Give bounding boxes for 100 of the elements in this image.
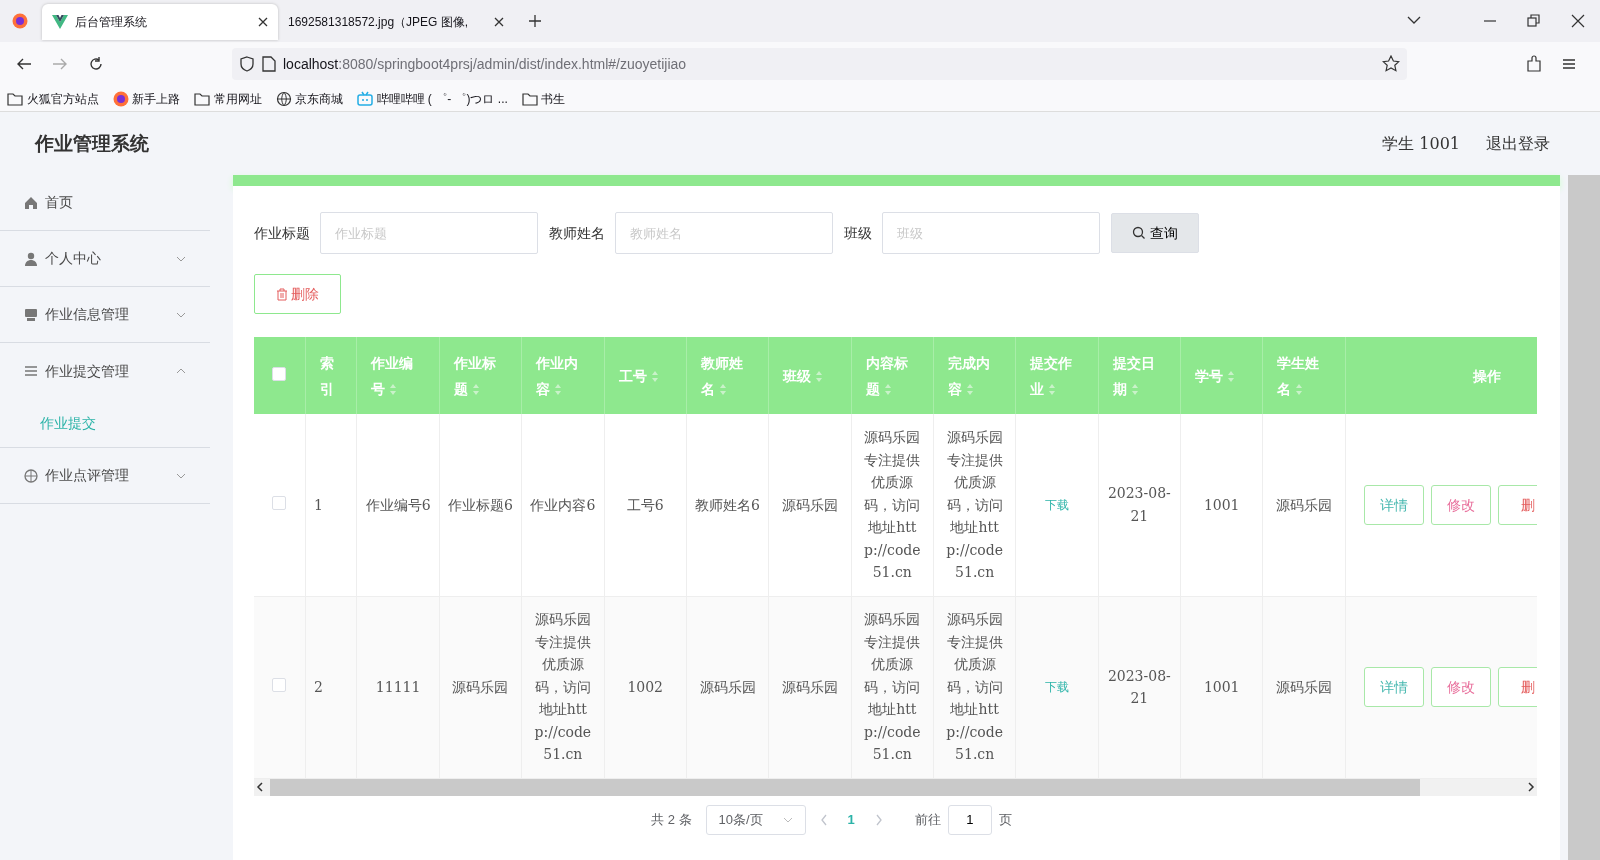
table-cell: 作业编号6	[365, 496, 431, 513]
table-cell: 源码乐园	[1276, 678, 1333, 695]
table-cell: 源码乐园专注提供优质源码，访问地址http://code51.cn	[863, 611, 921, 763]
bookmark-link[interactable]: 京东商城	[275, 89, 343, 108]
search-icon	[1132, 226, 1147, 240]
scroll-right-icon[interactable]	[1525, 781, 1537, 793]
person-icon	[24, 251, 38, 266]
sort-icon	[1130, 383, 1139, 396]
total-count: 共 2 条	[651, 810, 692, 829]
v-logo-icon	[52, 15, 68, 29]
folder-icon	[7, 90, 23, 107]
menu-icon[interactable]	[1561, 56, 1577, 72]
star-icon[interactable]	[1382, 55, 1400, 73]
download-link[interactable]: 下载	[1045, 498, 1069, 512]
page-size-select[interactable]: 10条/页	[705, 804, 806, 835]
page-unit-label: 页	[998, 810, 1012, 829]
edit-button[interactable]: 修改	[1430, 667, 1491, 707]
close-icon[interactable]	[1570, 13, 1586, 29]
row-checkbox[interactable]	[272, 495, 287, 510]
goto-label: 前往	[914, 810, 941, 829]
dial-icon	[24, 468, 38, 483]
sidebar-subitem[interactable]: 作业提交	[0, 399, 210, 447]
table-cell: 2023-08-21	[1107, 485, 1171, 524]
sort-icon	[815, 370, 824, 383]
sort-icon	[1048, 383, 1057, 396]
delete-button[interactable]: 删除	[254, 274, 341, 314]
field-label: 教师姓名	[549, 223, 605, 243]
table-cell: 11111	[375, 678, 421, 695]
details-button[interactable]: 详情	[1363, 484, 1424, 525]
extensions-icon[interactable]	[1525, 55, 1543, 73]
browser-tab[interactable]: 1692581318572.jpg（JPEG 图像,	[278, 4, 514, 40]
page-icon	[262, 56, 276, 72]
back-icon[interactable]	[16, 56, 32, 72]
delete-button[interactable]: 删	[1497, 484, 1537, 525]
details-button[interactable]: 详情	[1363, 667, 1424, 707]
page-number[interactable]: 1	[841, 808, 861, 831]
sort-icon	[1295, 383, 1304, 396]
sort-icon	[883, 383, 892, 396]
table-cell: 工号6	[626, 496, 664, 513]
sidebar-item[interactable]: 作业信息管理	[0, 287, 210, 343]
bookmark-link[interactable]: 书生	[521, 89, 566, 108]
table-cell: 源码乐园	[781, 678, 838, 695]
field-label: 作业标题	[254, 223, 310, 243]
delete-button[interactable]: 删	[1497, 667, 1537, 707]
table-cell: 源码乐园专注提供优质源码，访问地址http://code51.cn	[534, 611, 592, 763]
sort-icon	[554, 383, 563, 396]
close-icon[interactable]	[258, 17, 268, 27]
sidebar-item[interactable]: 作业点评管理	[0, 448, 210, 504]
sort-icon	[650, 370, 659, 383]
restore-icon[interactable]	[1526, 13, 1542, 29]
new-tab-icon[interactable]	[528, 14, 542, 28]
sort-icon	[965, 383, 974, 396]
table-cell: 1001	[1203, 678, 1240, 695]
table-cell: 源码乐园专注提供优质源码，访问地址http://code51.cn	[863, 429, 921, 580]
globe-icon	[275, 90, 292, 107]
close-icon[interactable]	[494, 17, 504, 27]
sort-icon	[718, 383, 727, 396]
tv-icon	[357, 90, 373, 107]
list-icon	[24, 364, 38, 378]
scroll-left-icon[interactable]	[254, 781, 266, 793]
monitor-icon	[24, 307, 38, 322]
table-cell: 1	[313, 496, 323, 513]
sidebar-item[interactable]: 首页	[0, 175, 210, 231]
table-cell: 源码乐园	[1276, 496, 1333, 513]
bookmark-link[interactable]: 哔哩哔哩 ( ゜- ゜)つロ ...	[357, 89, 508, 108]
logout-link[interactable]: 退出登录	[1486, 131, 1550, 156]
table-cell: 教师姓名6	[695, 496, 760, 513]
select-all-checkbox[interactable]	[272, 366, 287, 381]
table-cell: 源码乐园专注提供优质源码，访问地址http://code51.cn	[946, 429, 1003, 580]
table-cell: 源码乐园	[452, 678, 509, 695]
sidebar-item[interactable]: 个人中心	[0, 231, 210, 287]
search-button[interactable]: 查询	[1111, 213, 1199, 253]
sort-icon	[471, 383, 480, 396]
user-label: 学生 1001	[1382, 132, 1460, 155]
sidebar-item[interactable]: 作业提交管理	[0, 343, 210, 399]
folder-icon	[521, 90, 538, 107]
sort-icon	[1227, 370, 1236, 383]
chevron-icon	[782, 816, 793, 823]
shield-icon	[239, 56, 255, 72]
download-link[interactable]: 下载	[1045, 680, 1069, 695]
field-label: 班级	[844, 223, 872, 243]
table-cell: 作业内容6	[530, 496, 596, 513]
page-input[interactable]: 1	[947, 804, 992, 835]
edit-button[interactable]: 修改	[1430, 484, 1491, 525]
bookmark-link[interactable]: 新手上路	[112, 89, 180, 108]
table-cell: 作业标题6	[448, 496, 513, 513]
bookmark-link[interactable]: 火狐官方站点	[7, 89, 99, 108]
table-cell: 源码乐园	[781, 496, 838, 513]
table-cell: 1001	[1203, 496, 1240, 513]
table-cell: 1002	[627, 678, 663, 695]
app-title: 作业管理系统	[35, 131, 149, 157]
table-cell: 源码乐园专注提供优质源码，访问地址http://code51.cn	[946, 611, 1003, 763]
bookmark-link[interactable]: 常用网址	[194, 89, 262, 108]
home-icon	[24, 195, 38, 210]
reload-icon[interactable]	[88, 56, 104, 72]
row-checkbox[interactable]	[272, 677, 287, 692]
trash-icon	[275, 287, 288, 301]
sort-icon	[389, 383, 398, 396]
browser-logo-icon	[12, 13, 28, 29]
browser-tab[interactable]: 后台管理系统	[42, 4, 278, 40]
